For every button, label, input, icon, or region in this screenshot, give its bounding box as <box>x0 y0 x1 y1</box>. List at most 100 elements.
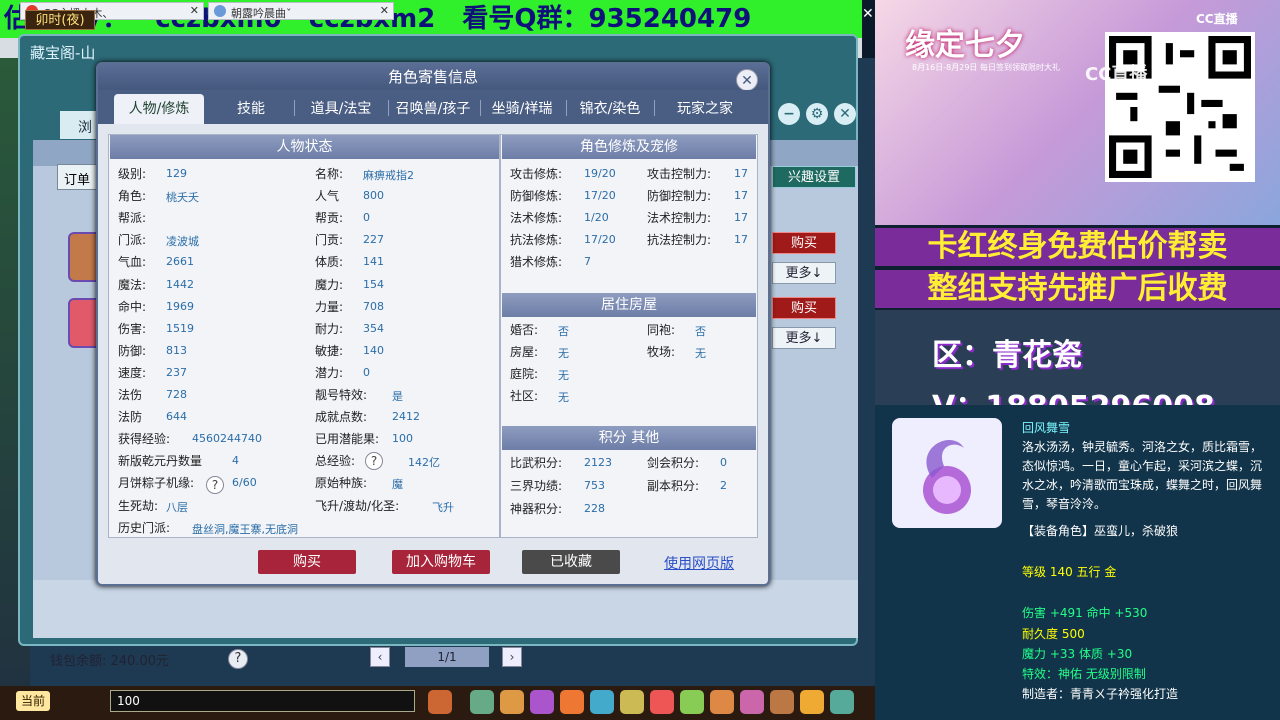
stat-value: 4 <box>232 454 239 468</box>
help-icon[interactable]: ? <box>228 649 248 669</box>
tab-items[interactable]: 道具/法宝 <box>298 94 384 124</box>
stat-label: 成就点数: <box>315 410 368 425</box>
prev-page-button[interactable]: ‹ <box>370 647 390 667</box>
favorited-button[interactable]: 已收藏 <box>522 550 620 574</box>
hotkey-icon[interactable] <box>428 690 452 714</box>
stat-label: 社区: <box>510 389 539 403</box>
stat-value: 2661 <box>166 255 194 269</box>
section-heading: 居住房屋 <box>502 293 756 317</box>
tab-mounts[interactable]: 坐骑/祥瑞 <box>482 94 562 124</box>
dialog-title: 角色寄售信息 <box>98 64 768 90</box>
stat-label: 原始种族: <box>315 476 368 491</box>
buy-button[interactable]: 购买 <box>772 297 836 319</box>
stat-label: 人气 <box>315 189 340 204</box>
hotkey-icon[interactable] <box>560 690 584 714</box>
stat-label: 攻击控制力: <box>647 167 712 181</box>
more-button[interactable]: 更多↓ <box>772 327 836 349</box>
stat-label: 防御: <box>118 343 147 358</box>
close-icon[interactable]: ✕ <box>736 69 758 91</box>
channel-current-button[interactable]: 当前 <box>16 691 50 711</box>
order-button[interactable]: 订单 <box>57 164 101 190</box>
item-maker: 制造者：青青ㄨ子衿强化打造 <box>1022 687 1179 701</box>
stat-value: 1519 <box>166 321 194 335</box>
game-time-label: 卯时(夜) <box>25 10 95 30</box>
hotkey-icon[interactable] <box>830 690 854 714</box>
qr-code-icon <box>1105 32 1255 182</box>
stat-value: 140 <box>363 343 384 357</box>
hotkey-icon[interactable] <box>470 690 494 714</box>
banner-text-4: 看号Q群：935240479 <box>462 4 752 34</box>
close-tab-icon[interactable]: ✕ <box>380 4 389 17</box>
tab-player-home[interactable]: 玩家之家 <box>660 94 750 124</box>
stat-value: 魔 <box>392 478 403 492</box>
hotkey-icon[interactable] <box>710 690 734 714</box>
stat-value: 2412 <box>392 410 420 424</box>
stat-value: 728 <box>166 388 187 401</box>
hotkey-icon[interactable] <box>800 690 824 714</box>
interest-settings-button[interactable]: 兴趣设置 <box>772 166 856 188</box>
add-to-cart-button[interactable]: 加入购物车 <box>392 550 490 574</box>
hotkey-icon[interactable] <box>500 690 524 714</box>
stat-label: 新版乾元丹数量 <box>118 454 203 469</box>
buy-button[interactable]: 购买 <box>258 550 356 574</box>
settings-icon[interactable]: ⚙ <box>806 103 828 125</box>
stat-value: 桃夭夭 <box>166 191 199 205</box>
stat-label: 抗法修炼: <box>510 233 563 247</box>
browser-tab[interactable]: 朝露吟晨曲ˇ ✕ <box>208 2 394 20</box>
hotkey-icon[interactable] <box>770 690 794 714</box>
hotkey-icon[interactable] <box>650 690 674 714</box>
item-stat: 魔力 +33 体质 +30 <box>1022 647 1133 661</box>
hotkey-icon[interactable] <box>590 690 614 714</box>
stat-value: 0 <box>363 211 370 225</box>
chat-input[interactable]: 100 <box>110 690 415 712</box>
stat-label: 气血: <box>118 255 147 270</box>
stat-value: 飞升 <box>432 500 454 514</box>
stat-value: 17 <box>734 211 748 224</box>
page-indicator: 1/1 <box>405 647 489 667</box>
tab-favicon-icon <box>214 5 226 17</box>
stat-label: 法术控制力: <box>647 211 712 225</box>
stat-value: 盘丝洞,魔王寨,无底洞 <box>192 522 298 536</box>
event-subtitle: 8月16日-8月29日 每日签到领取限时大礼 <box>912 63 1060 72</box>
stat-label: 帮贡: <box>315 211 344 226</box>
close-window-icon[interactable]: ✕ <box>834 103 856 125</box>
hotkey-icon[interactable] <box>680 690 704 714</box>
stat-label: 抗法控制力: <box>647 233 712 247</box>
stat-label: 获得经验: <box>118 432 171 447</box>
tab-skills[interactable]: 技能 <box>214 94 288 124</box>
stat-value: 813 <box>166 343 187 357</box>
stat-label: 防御控制力: <box>647 189 712 203</box>
hotkey-icon[interactable] <box>620 690 644 714</box>
buy-button[interactable]: 购买 <box>772 232 836 254</box>
stat-label: 潜力: <box>315 365 344 380</box>
stat-label: 副本积分: <box>647 479 700 493</box>
stat-label: 法术修炼: <box>510 211 563 225</box>
stat-value: 1/20 <box>584 211 609 224</box>
stat-value: 无 <box>558 369 569 382</box>
web-version-link[interactable]: 使用网页版 <box>664 553 734 573</box>
next-page-button[interactable]: › <box>502 647 522 667</box>
stat-value: 无 <box>695 347 706 360</box>
help-icon[interactable]: ? <box>206 476 224 494</box>
close-icon[interactable]: ✕ <box>862 6 876 26</box>
close-tab-icon[interactable]: ✕ <box>190 4 199 17</box>
hotkey-icon[interactable] <box>530 690 554 714</box>
minimize-icon[interactable]: − <box>778 103 800 125</box>
stat-value: 2 <box>720 479 727 492</box>
section-heading: 人物状态 <box>110 135 499 159</box>
stat-label: 敏捷: <box>315 343 344 358</box>
tab-character[interactable]: 人物/修炼 <box>114 94 204 124</box>
help-icon[interactable]: ? <box>365 452 383 470</box>
tab-costumes[interactable]: 锦衣/染色 <box>570 94 650 124</box>
stat-label: 已用潜能果: <box>315 432 380 447</box>
tab-pets[interactable]: 召唤兽/孩子 <box>390 94 476 124</box>
more-button[interactable]: 更多↓ <box>772 262 836 284</box>
stat-value: 是 <box>392 390 403 403</box>
stat-label: 同袍: <box>647 323 676 337</box>
stat-label: 生死劫: <box>118 498 159 513</box>
item-level: 等级 140 五行 金 <box>1022 565 1117 579</box>
stat-label: 伤害: <box>118 321 147 336</box>
stat-label: 总经验: <box>315 454 356 469</box>
hotkey-icon[interactable] <box>740 690 764 714</box>
stat-label: 法防 <box>118 410 143 425</box>
